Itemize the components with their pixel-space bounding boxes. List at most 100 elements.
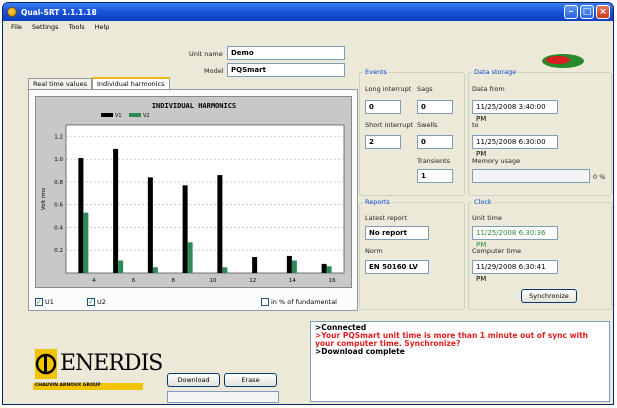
download-button[interactable]: Download bbox=[167, 373, 220, 387]
x-tick-label: 10 bbox=[210, 278, 217, 284]
u1-check-icon: ✓ bbox=[35, 298, 43, 306]
bar-v2 bbox=[118, 260, 124, 273]
u2-check-icon: ✓ bbox=[87, 298, 95, 306]
message-line: >Your PQSmart unit time is more than 1 m… bbox=[315, 331, 588, 348]
swells-label: Swells bbox=[417, 121, 438, 129]
events-title: Events bbox=[363, 68, 390, 76]
erase-button[interactable]: Erase bbox=[224, 373, 277, 387]
clock-title: Clock bbox=[472, 198, 494, 206]
transients-label: Transients bbox=[417, 157, 451, 165]
bar-v1 bbox=[321, 263, 327, 273]
unit-name-field[interactable]: Demo bbox=[227, 46, 345, 60]
y-tick-label: 0.6 bbox=[54, 203, 63, 209]
tab-individual-harmonics[interactable]: Individual harmonics bbox=[91, 77, 170, 89]
message-log: >Connected >Your PQSmart unit time is mo… bbox=[310, 321, 610, 402]
y-tick-label: 1.2 bbox=[54, 134, 63, 140]
x-tick-label: 4 bbox=[92, 278, 96, 284]
tab-strip: Real time values Individual harmonics bbox=[28, 77, 170, 89]
plot-area bbox=[65, 124, 345, 274]
menu-tools[interactable]: Tools bbox=[69, 23, 85, 31]
sags-field[interactable]: 0 bbox=[417, 100, 453, 114]
bar-v1 bbox=[286, 255, 292, 273]
unit-time-field[interactable]: 11/25/2008 6:30:36 PM bbox=[472, 226, 558, 249]
y-tick-label: 0.8 bbox=[54, 180, 63, 186]
menu-file[interactable]: File bbox=[11, 23, 22, 31]
app-window: Qual-SRT 1.1.1.18 – □ × File Settings To… bbox=[2, 2, 614, 405]
app-icon bbox=[7, 7, 17, 17]
u2-label: U2 bbox=[97, 298, 106, 306]
chart-title: INDIVIDUAL HARMONICS bbox=[152, 102, 236, 110]
minimize-button[interactable]: – bbox=[564, 5, 578, 19]
legend-label-v1: V1 bbox=[115, 113, 122, 119]
bar-v2 bbox=[187, 242, 193, 273]
logo-subtext: CHAUVIN ARNOUX GROUP bbox=[35, 383, 101, 388]
bar-v1 bbox=[113, 148, 119, 273]
model-field[interactable]: PQSmart bbox=[227, 63, 345, 77]
data-to-field[interactable]: 11/25/2008 6:30:00 PM bbox=[472, 135, 558, 158]
long-interrupt-label: Long interrupt bbox=[365, 85, 412, 93]
x-tick-label: 6 bbox=[132, 278, 136, 284]
data-from-label: Data from bbox=[472, 85, 505, 93]
data-storage-title: Data storage bbox=[472, 68, 519, 76]
enerdis-logo: ENERDIS CHAUVIN ARNOUX GROUP bbox=[33, 343, 163, 398]
norm-field[interactable]: EN 50160 LV bbox=[365, 260, 429, 274]
brand-badge-icon bbox=[542, 54, 584, 68]
legend-swatch-v1 bbox=[101, 113, 113, 117]
data-to-label: to bbox=[472, 121, 479, 129]
sags-label: Sags bbox=[417, 85, 433, 93]
progress-bar bbox=[167, 391, 279, 403]
x-tick-label: 16 bbox=[329, 278, 336, 284]
menu-settings[interactable]: Settings bbox=[32, 23, 59, 31]
short-interrupt-label: Short interrupt bbox=[365, 121, 414, 129]
model-label: Model bbox=[204, 67, 224, 75]
u2-checkbox[interactable]: ✓ U2 bbox=[87, 298, 106, 306]
latest-report-label: Latest report bbox=[365, 214, 408, 222]
latest-report-field[interactable]: No report bbox=[365, 226, 429, 240]
percent-fundamental-checkbox[interactable]: in % of fundamental bbox=[261, 298, 337, 306]
bar-v2 bbox=[152, 267, 158, 273]
chart-svg: INDIVIDUAL HARMONICS V1 V2 0.2 0.4 0.6 0.8 1.0 1… bbox=[41, 102, 345, 284]
menu-help[interactable]: Help bbox=[95, 23, 110, 31]
memory-usage-label: Memory usage bbox=[472, 157, 521, 165]
x-tick-label: 12 bbox=[249, 278, 256, 284]
title-bar[interactable]: Qual-SRT 1.1.1.18 – □ × bbox=[3, 3, 613, 21]
unit-time-label: Unit time bbox=[472, 214, 502, 222]
tab-real-time-values[interactable]: Real time values bbox=[28, 78, 92, 89]
memory-usage-value: 0 % bbox=[593, 173, 606, 181]
harmonics-chart: INDIVIDUAL HARMONICS V1 V2 0.2 0.4 0.6 0.8 1.0 1… bbox=[35, 96, 352, 288]
y-tick-label: 1.0 bbox=[54, 157, 63, 163]
maximize-button[interactable]: □ bbox=[580, 5, 594, 19]
bar-v2 bbox=[291, 260, 297, 273]
computer-time-field[interactable]: 11/29/2008 6:30:41 PM bbox=[472, 260, 558, 283]
close-button[interactable]: × bbox=[596, 5, 610, 19]
synchronize-button[interactable]: Synchronize bbox=[521, 289, 577, 303]
computer-time-label: Computer time bbox=[472, 247, 522, 255]
percent-box-icon bbox=[261, 298, 269, 306]
data-from-field[interactable]: 11/25/2008 3:40:00 PM bbox=[472, 100, 558, 123]
menu-bar: File Settings Tools Help bbox=[3, 21, 613, 33]
percent-fundamental-label: in % of fundamental bbox=[271, 298, 337, 306]
message-line: >Download complete bbox=[315, 347, 405, 356]
x-tick-label: 8 bbox=[172, 278, 176, 284]
norm-label: Norm bbox=[365, 247, 383, 255]
bar-v1 bbox=[217, 175, 223, 273]
bar-v2 bbox=[83, 212, 89, 273]
u1-checkbox[interactable]: ✓ U1 bbox=[35, 298, 54, 306]
transients-field[interactable]: 1 bbox=[417, 169, 453, 183]
swells-field[interactable]: 0 bbox=[417, 135, 453, 149]
short-interrupt-field[interactable]: 2 bbox=[365, 135, 401, 149]
bar-v1 bbox=[78, 158, 84, 273]
reports-title: Reports bbox=[363, 198, 392, 206]
y-tick-label: 0.2 bbox=[54, 248, 63, 254]
y-axis-label: Volt rms bbox=[41, 188, 47, 211]
window-title: Qual-SRT 1.1.1.18 bbox=[21, 7, 97, 17]
bar-v1 bbox=[147, 177, 153, 273]
long-interrupt-field[interactable]: 0 bbox=[365, 100, 401, 114]
harmonics-panel: INDIVIDUAL HARMONICS V1 V2 0.2 0.4 0.6 0.8 1.0 1… bbox=[28, 89, 358, 311]
bar-v2 bbox=[222, 267, 228, 273]
bar-v1 bbox=[252, 257, 258, 273]
x-tick-label: 14 bbox=[289, 278, 296, 284]
bar-v2 bbox=[326, 266, 332, 273]
y-tick-label: 0.4 bbox=[54, 225, 63, 231]
unit-name-label: Unit name bbox=[189, 50, 223, 58]
